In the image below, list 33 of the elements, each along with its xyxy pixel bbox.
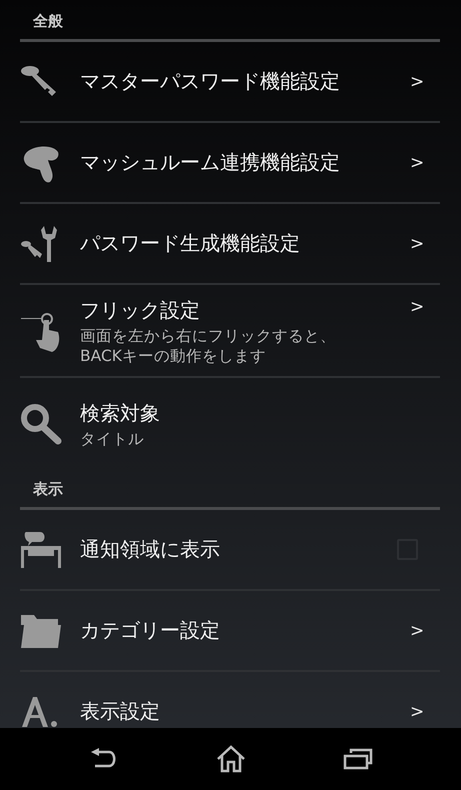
chevron: > [410,72,426,92]
chevron: > [410,234,426,254]
item-title: カテゴリー設定 [80,617,221,644]
item-title: マスターパスワード機能設定 [80,68,341,95]
search-icon [20,403,62,446]
key-and-wrench-icon [20,224,60,264]
recent-apps-icon [342,748,372,770]
chevron: > [410,620,426,641]
settings-item[interactable]: パスワード生成機能設定 > [20,204,440,285]
item-title: パスワード生成機能設定 [80,230,301,257]
settings-item[interactable]: フリック設定 画面を左から右にフリックすると、BACKキーの動作をします > [20,285,440,378]
section-header: 全般 [20,0,440,42]
chevron: > [410,152,426,172]
item-title: フリック設定 [80,297,201,324]
back-icon [88,748,118,770]
settings-item[interactable]: カテゴリー設定 > [20,591,440,672]
home-icon [216,745,246,773]
font-icon [20,696,60,727]
notification-bed-icon [20,530,62,570]
item-title: マッシュルーム連携機能設定 [80,149,341,176]
settings-item[interactable]: マッシュルーム連携機能設定 > [20,123,440,204]
item-summary: 画面を左から右にフリックすると、BACKキーの動作をします [80,326,337,366]
item-title: 通知領域に表示 [80,536,221,564]
item-title: 表示設定 [80,698,161,726]
folder-icon [20,612,62,649]
settings-item[interactable]: 検索対象 タイトル [20,378,440,468]
item-summary: タイトル [80,428,145,449]
section-header: 表示 [20,468,440,510]
item-title: 検索対象 [80,400,161,427]
chevron: > [410,297,426,317]
settings-item[interactable]: マスターパスワード機能設定 > [20,42,440,123]
chevron: > [410,702,426,722]
settings-item[interactable]: 通知領域に表示 [20,510,440,592]
